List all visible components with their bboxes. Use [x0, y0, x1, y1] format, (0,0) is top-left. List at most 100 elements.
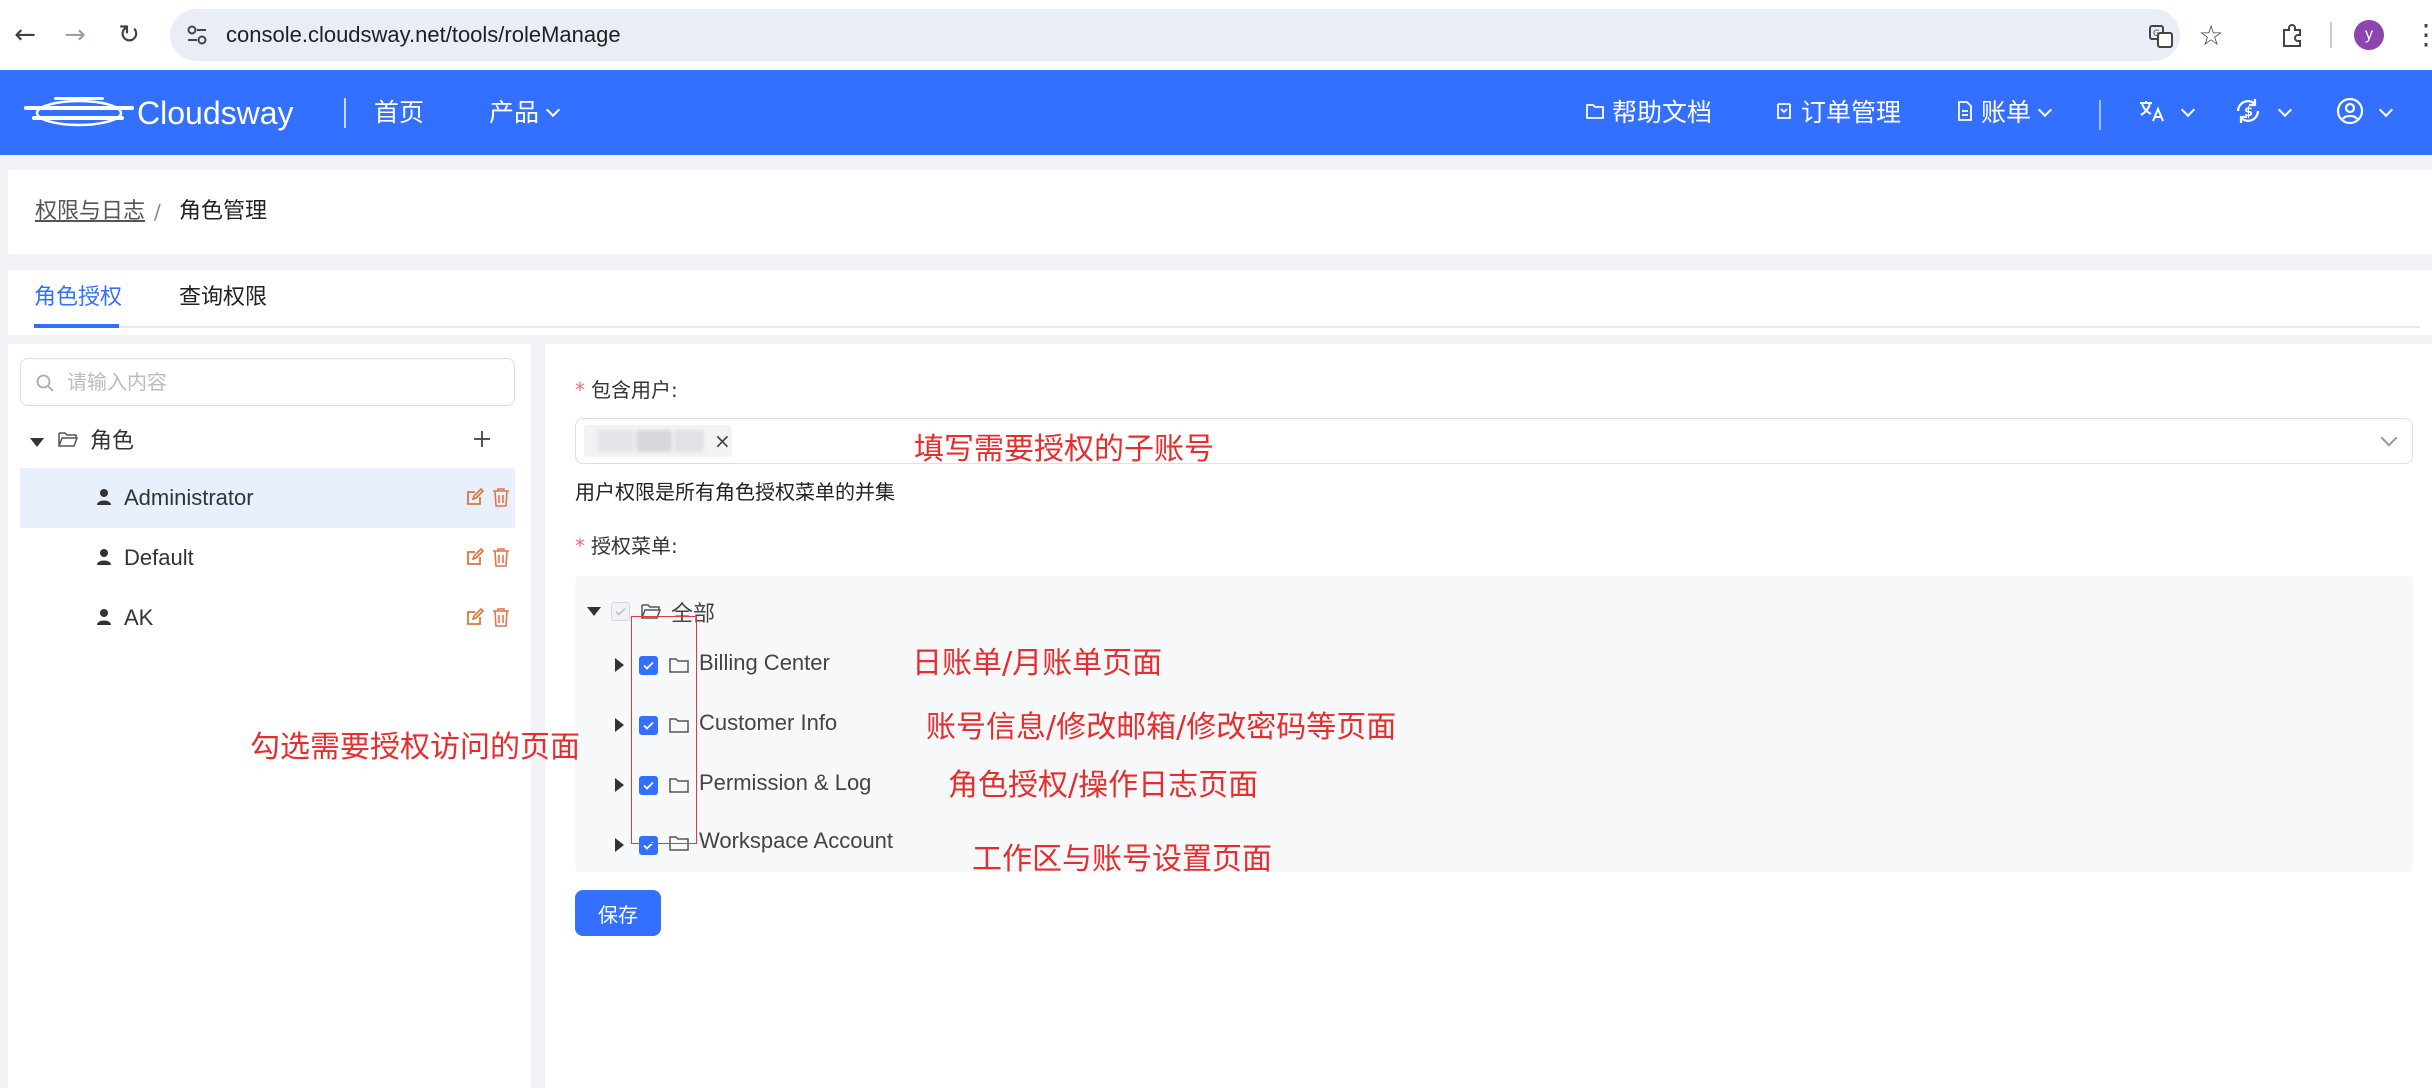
- brand-name: Cloudsway: [137, 95, 294, 131]
- chevron-down-icon: [545, 102, 561, 118]
- currency-menu[interactable]: $: [2233, 70, 2293, 155]
- nav-products[interactable]: 产品: [489, 70, 561, 155]
- chevron-down-icon: [2037, 102, 2053, 118]
- caret-right-icon[interactable]: [615, 718, 624, 732]
- user-icon: [97, 549, 111, 565]
- breadcrumb-parent-link[interactable]: 权限与日志: [35, 170, 145, 254]
- cloud-logo-icon: [24, 97, 134, 127]
- tab-bar: 角色授权 查询权限: [8, 270, 2432, 335]
- breadcrumb-separator: /: [154, 200, 161, 224]
- required-mark: *: [575, 378, 585, 402]
- reload-icon[interactable]: ↻: [112, 18, 146, 52]
- menu-label-text: 授权菜单:: [591, 534, 678, 558]
- selected-user-tag: ×: [584, 425, 732, 457]
- chevron-down-icon: [2378, 102, 2394, 118]
- tab-role-authorization[interactable]: 角色授权: [34, 270, 122, 326]
- delete-icon[interactable]: [492, 487, 510, 507]
- menu-permission-tree: 全部 Billing Center Customer Info Permissi…: [575, 576, 2413, 872]
- search-input[interactable]: [67, 365, 497, 399]
- order-mgmt-label: 订单管理: [1801, 98, 1902, 127]
- help-docs-label: 帮助文档: [1612, 98, 1713, 127]
- add-role-icon[interactable]: [471, 428, 493, 450]
- users-field-label: * 包含用户:: [575, 374, 678, 403]
- billing-menu[interactable]: 账单: [1957, 70, 2053, 155]
- menu-item-permission-log[interactable]: Permission & Log: [699, 770, 871, 796]
- caret-down-icon[interactable]: [587, 607, 601, 616]
- role-tree-root[interactable]: 角色: [20, 416, 515, 468]
- browser-toolbar: ← → ↻ console.cloudsway.net/tools/roleMa…: [0, 0, 2432, 70]
- breadcrumb-current: 角色管理: [179, 199, 268, 224]
- nav-products-label: 产品: [489, 98, 540, 127]
- header-divider: [344, 98, 346, 128]
- caret-right-icon[interactable]: [615, 778, 624, 792]
- annotation-checkbox-hint: 勾选需要授权访问的页面: [250, 730, 580, 765]
- role-item-default[interactable]: Default: [20, 528, 515, 588]
- tab-query-permissions[interactable]: 查询权限: [179, 270, 267, 326]
- language-menu[interactable]: [2138, 70, 2196, 155]
- site-settings-icon[interactable]: [184, 22, 210, 48]
- forward-icon[interactable]: →: [58, 18, 92, 52]
- header-divider: [2099, 100, 2101, 130]
- required-mark: *: [575, 534, 585, 558]
- svg-text:$: $: [2244, 105, 2253, 120]
- profile-avatar[interactable]: y: [2354, 20, 2384, 50]
- role-label: Administrator: [124, 485, 254, 510]
- translate-page-icon[interactable]: G: [2148, 23, 2174, 49]
- users-label-text: 包含用户:: [591, 378, 678, 402]
- order-icon: [1777, 103, 1791, 119]
- caret-right-icon[interactable]: [615, 658, 624, 672]
- extensions-icon[interactable]: [2278, 21, 2306, 49]
- toolbar-divider: [2330, 22, 2332, 48]
- edit-icon[interactable]: [466, 488, 484, 506]
- role-item-administrator[interactable]: Administrator: [20, 468, 515, 528]
- currency-exchange-icon: $: [2236, 99, 2260, 123]
- account-menu[interactable]: [2336, 70, 2394, 155]
- annotation-permission: 角色授权/操作日志页面: [948, 768, 1259, 803]
- user-circle-icon: [2336, 97, 2364, 125]
- svg-text:G: G: [2153, 29, 2160, 39]
- annotation-user-select: 填写需要授权的子账号: [914, 432, 1214, 467]
- edit-icon[interactable]: [466, 548, 484, 566]
- role-label: AK: [124, 605, 154, 630]
- annotation-customer: 账号信息/修改邮箱/修改密码等页面: [926, 710, 1397, 745]
- bill-icon: [1958, 101, 1972, 121]
- delete-icon[interactable]: [492, 547, 510, 567]
- breadcrumb: 权限与日志 / 角色管理: [8, 170, 2432, 254]
- caret-down-icon[interactable]: [30, 438, 44, 447]
- annotation-workspace: 工作区与账号设置页面: [972, 842, 1272, 877]
- delete-icon[interactable]: [492, 607, 510, 627]
- annotation-billing: 日账单/月账单页面: [912, 646, 1163, 681]
- menu-item-billing-center[interactable]: Billing Center: [699, 650, 830, 676]
- role-search[interactable]: [20, 358, 515, 406]
- nav-home[interactable]: 首页: [374, 70, 424, 155]
- folder-icon: [1586, 104, 1604, 119]
- save-button[interactable]: 保存: [575, 890, 661, 936]
- role-item-ak[interactable]: AK: [20, 588, 515, 648]
- redacted-username: [598, 430, 634, 452]
- bookmark-star-icon[interactable]: ☆: [2198, 22, 2224, 50]
- url-text[interactable]: console.cloudsway.net/tools/roleManage: [226, 9, 621, 61]
- menu-item-customer-info[interactable]: Customer Info: [699, 710, 837, 736]
- billing-label: 账单: [1981, 98, 2032, 127]
- chevron-down-icon[interactable]: [2380, 429, 2398, 447]
- active-tab-indicator: [34, 324, 119, 328]
- browser-menu-icon[interactable]: ⋮: [2412, 18, 2432, 52]
- order-mgmt-link[interactable]: 订单管理: [1775, 70, 1901, 155]
- edit-icon[interactable]: [466, 608, 484, 626]
- role-form-panel: * 包含用户: × 用户权限是所有角色授权菜单的并集 * 授权菜单: 全部 Bill…: [545, 344, 2432, 1088]
- caret-right-icon[interactable]: [615, 838, 624, 852]
- address-bar[interactable]: console.cloudsway.net/tools/roleManage G…: [170, 9, 2224, 61]
- permission-hint: 用户权限是所有角色授权菜单的并集: [575, 480, 895, 504]
- menu-item-workspace-account[interactable]: Workspace Account: [699, 828, 893, 854]
- close-icon[interactable]: ×: [714, 425, 731, 457]
- help-docs-link[interactable]: 帮助文档: [1586, 70, 1712, 155]
- search-icon: [36, 374, 54, 392]
- select-all-checkbox[interactable]: [611, 602, 630, 621]
- cloudsway-logo[interactable]: Cloudsway: [24, 90, 314, 136]
- annotation-highlight-box: [631, 616, 697, 844]
- back-icon[interactable]: ←: [8, 18, 42, 52]
- chevron-down-icon: [2180, 102, 2196, 118]
- language-icon: [2140, 101, 2164, 122]
- menu-field-label: * 授权菜单:: [575, 530, 678, 559]
- user-multiselect[interactable]: ×: [575, 418, 2413, 464]
